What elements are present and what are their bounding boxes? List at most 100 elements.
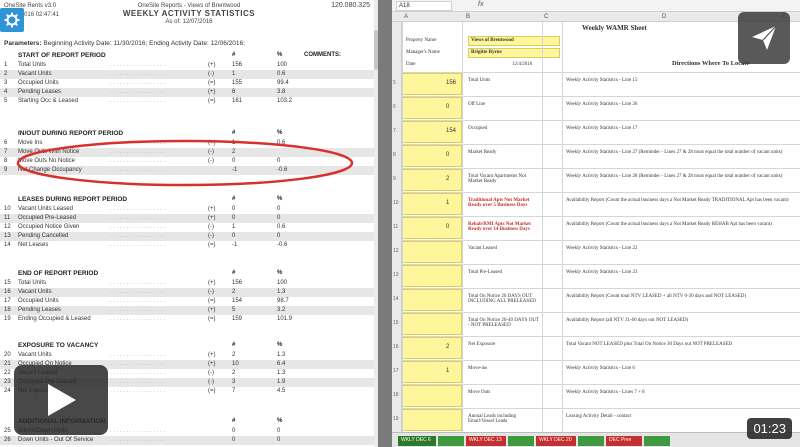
value-cell[interactable] <box>402 265 462 287</box>
row-number: 14 <box>4 242 11 248</box>
direction-text: Weekly Activity Statistics - Line 28 (Re… <box>566 174 783 179</box>
row-number[interactable]: 14 <box>393 296 399 302</box>
column-header[interactable]: B <box>466 14 470 20</box>
value-cell[interactable] <box>402 409 462 431</box>
row-label: Vacant Units Leased <box>18 206 73 212</box>
report-row: 17 Occupied Units (=) 154 98.7 . . . . . . . … <box>0 297 378 306</box>
value-cell[interactable] <box>402 361 462 383</box>
metric-label: Move-ins <box>468 366 488 371</box>
row-number[interactable]: 10 <box>393 200 399 206</box>
sheet-tab[interactable] <box>508 436 534 446</box>
sheet-tab[interactable] <box>578 436 604 446</box>
row-count: 1 <box>232 71 236 77</box>
row-percent: 1.3 <box>277 289 286 295</box>
sheet-tab[interactable]: DEC Prev <box>606 436 642 446</box>
play-button[interactable] <box>14 365 108 435</box>
row-number[interactable]: 18 <box>393 392 399 398</box>
row-number[interactable]: 6 <box>393 104 396 110</box>
row-label: Vacant Units <box>18 352 52 358</box>
row-number: 4 <box>4 89 8 95</box>
row-label: Occupied Notice Given <box>18 224 80 230</box>
row-percent: 0 <box>277 158 281 164</box>
section-column-header: % <box>277 52 283 58</box>
report-row: 8 Move Outs No Notice (-) 0 0 . . . . . . . .… <box>0 157 378 166</box>
row-number: 22 <box>4 370 11 376</box>
property-name-label: Property Name <box>406 38 437 43</box>
sheet-tab[interactable]: WKLY DEC 20 <box>536 436 576 446</box>
row-number[interactable]: 12 <box>393 248 399 254</box>
row-number: 24 <box>4 388 11 394</box>
direction-text: Weekly Activity Statistics - Line 15 <box>566 78 638 83</box>
row-label: Total Units <box>18 280 47 286</box>
row-count: 159 <box>232 316 243 322</box>
column-header[interactable]: C <box>544 14 548 20</box>
row-number: 20 <box>4 352 11 358</box>
leader-dots: . . . . . . . . . . . . . . . . . <box>110 316 166 322</box>
row-number: 6 <box>4 140 8 146</box>
row-number[interactable]: 16 <box>393 344 399 350</box>
manager-label: Manager's Name <box>406 50 440 55</box>
manager-cell[interactable]: Brigitte Byrne <box>468 48 560 58</box>
row-number: 9 <box>4 167 8 173</box>
row-percent: 98.7 <box>277 298 289 304</box>
report-row: 6 Move Ins (+) 1 0.6 . . . . . . . . . . . . … <box>0 139 378 148</box>
row-count: 5 <box>232 307 236 313</box>
value-cell[interactable] <box>402 217 462 239</box>
value-cell[interactable] <box>402 241 462 263</box>
value-cell[interactable] <box>402 193 462 215</box>
leader-dots: . . . . . . . . . . . . . . . . . <box>110 280 166 286</box>
sheet-tab[interactable]: WKLY DEC 6 <box>398 436 436 446</box>
row-sign: (-) <box>208 379 214 385</box>
property-name-cell[interactable]: Views of Brentwood <box>468 36 560 46</box>
namebox[interactable]: A18 <box>396 1 452 11</box>
value-cell[interactable] <box>402 337 462 359</box>
row-sign: (+) <box>208 62 216 68</box>
report-as-of: As of: 12/07/2016 <box>165 19 213 25</box>
row-number[interactable]: 13 <box>393 272 399 278</box>
row-percent: 1.3 <box>277 370 286 376</box>
row-count: 0 <box>232 428 236 434</box>
direction-text: Weekly Activity Statistics - Line 26 <box>566 102 638 107</box>
column-header[interactable]: D <box>662 14 666 20</box>
metric-label: Move Outs <box>468 390 491 395</box>
report-row: 7 Move Outs With Notice (-) 2 . . . . . . . … <box>0 148 378 157</box>
row-number[interactable]: 5 <box>393 80 396 86</box>
leader-dots: . . . . . . . . . . . . . . . . . <box>110 140 166 146</box>
metric-label: Vacant Leased <box>468 246 498 251</box>
value-cell[interactable] <box>402 169 462 191</box>
row-label: Occupied Units <box>18 80 59 86</box>
value-text: 2 <box>446 344 450 350</box>
row-number[interactable]: 7 <box>393 128 396 134</box>
sheet-tab[interactable]: WKLY DEC 13 <box>466 436 506 446</box>
row-number[interactable]: 11 <box>393 224 398 230</box>
leader-dots: . . . . . . . . . . . . . . . . . <box>110 224 166 230</box>
row-number[interactable]: 17 <box>393 368 399 374</box>
sheet-tab[interactable] <box>644 436 670 446</box>
direction-text: Availability Report (Count the actual bu… <box>566 198 789 203</box>
metric-label: Net Exposure <box>468 342 496 347</box>
settings-button[interactable] <box>0 8 24 32</box>
column-gridline <box>462 22 463 432</box>
row-number[interactable]: 15 <box>393 320 399 326</box>
sheet-tab[interactable] <box>438 436 464 446</box>
value-text: 0 <box>446 152 450 158</box>
value-cell[interactable] <box>402 289 462 311</box>
parameters-text: Beginning Activity Date: 11/30/2016; End… <box>43 40 245 47</box>
row-number: 19 <box>4 316 11 322</box>
row-number[interactable]: 9 <box>393 176 396 182</box>
report-header-center: OneSite Reports - Views of Brentwood WEE… <box>0 2 378 26</box>
row-count: 161 <box>232 98 243 104</box>
report-id: 120.080.325 <box>331 2 370 9</box>
row-number: 15 <box>4 280 11 286</box>
value-cell[interactable] <box>402 145 462 167</box>
column-header[interactable]: A <box>404 14 408 20</box>
share-button[interactable] <box>738 12 790 64</box>
row-number[interactable]: 8 <box>393 152 396 158</box>
metric-label: Traditional Apts Not Market Ready over 5… <box>468 198 530 208</box>
value-cell[interactable] <box>402 385 462 407</box>
value-cell[interactable] <box>402 97 462 119</box>
row-count: -1 <box>232 242 238 248</box>
row-number[interactable]: 19 <box>393 416 399 422</box>
row-percent: 103.2 <box>277 98 293 104</box>
value-cell[interactable] <box>402 313 462 335</box>
